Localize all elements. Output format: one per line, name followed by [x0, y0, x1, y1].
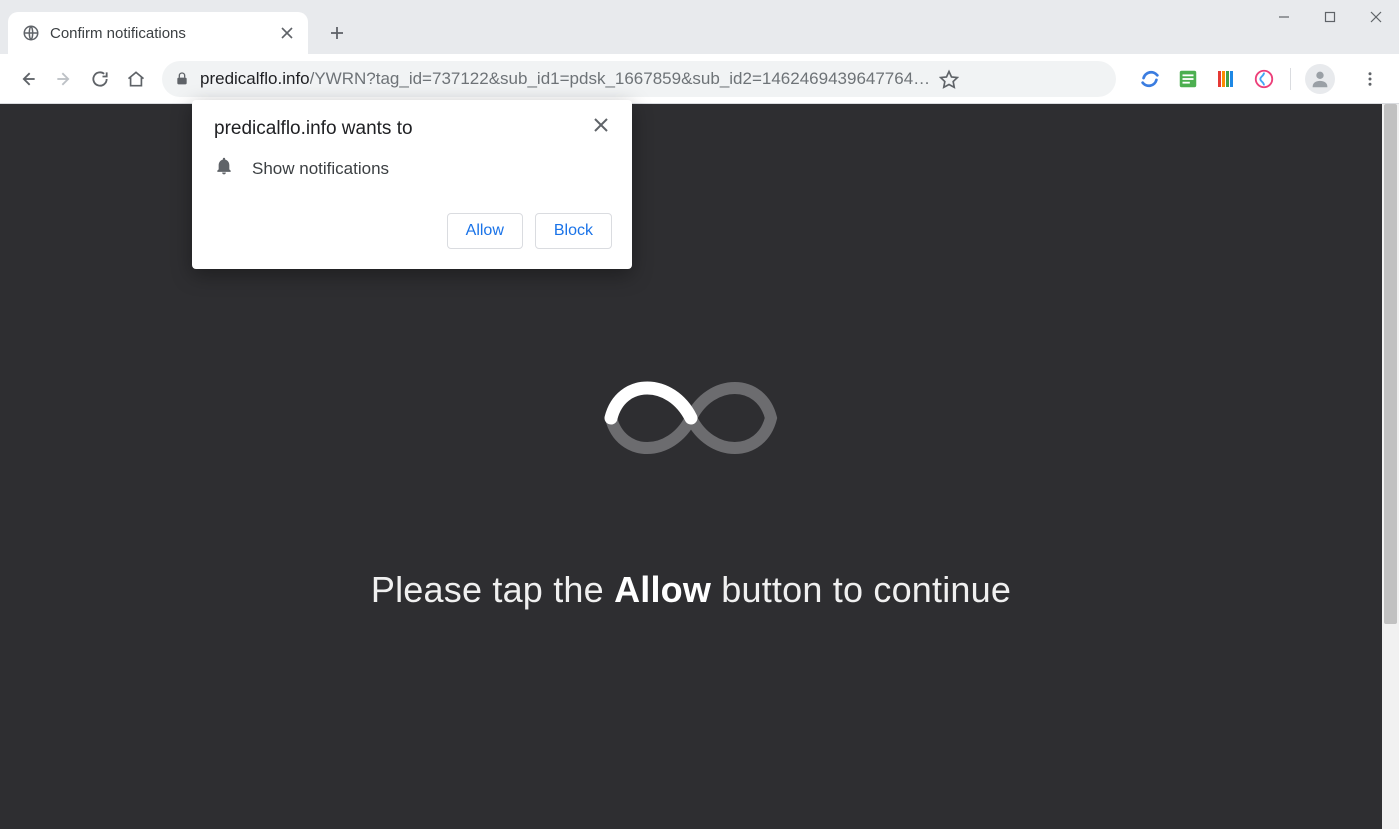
bookmark-star-button[interactable]	[934, 64, 964, 94]
notification-permission-popup: predicalflo.info wants to Show notificat…	[192, 100, 632, 269]
infinity-loader-icon	[566, 358, 816, 483]
browser-tab[interactable]: Confirm notifications	[8, 12, 308, 54]
lock-icon	[174, 71, 190, 87]
maximize-button[interactable]	[1307, 0, 1353, 34]
extension-circle-icon[interactable]	[1252, 67, 1276, 91]
address-bar[interactable]: predicalflo.info /YWRN?tag_id=737122&sub…	[162, 61, 1116, 97]
page-message: Please tap the Allow button to continue	[371, 569, 1011, 611]
window-close-button[interactable]	[1353, 0, 1399, 34]
globe-icon	[22, 24, 40, 42]
extension-sync-icon[interactable]	[1138, 67, 1162, 91]
new-tab-button[interactable]	[322, 18, 352, 48]
message-suffix: button to continue	[711, 569, 1011, 610]
permission-title: predicalflo.info wants to	[214, 118, 413, 140]
reload-button[interactable]	[82, 61, 118, 97]
extension-note-icon[interactable]	[1176, 67, 1200, 91]
home-button[interactable]	[118, 61, 154, 97]
tab-title: Confirm notifications	[50, 25, 278, 42]
browser-menu-button[interactable]	[1355, 64, 1385, 94]
block-button[interactable]: Block	[535, 213, 612, 249]
back-button[interactable]	[10, 61, 46, 97]
message-bold: Allow	[614, 569, 711, 610]
permission-option-text: Show notifications	[252, 159, 389, 179]
extensions-area	[1124, 64, 1389, 94]
url-path: /YWRN?tag_id=737122&sub_id1=pdsk_1667859…	[310, 69, 931, 89]
profile-avatar[interactable]	[1305, 64, 1335, 94]
permission-close-button[interactable]	[590, 114, 612, 136]
window-controls	[1261, 0, 1399, 34]
vertical-scrollbar[interactable]	[1382, 104, 1399, 829]
allow-button[interactable]: Allow	[447, 213, 523, 249]
extension-rainbow-icon[interactable]	[1214, 67, 1238, 91]
browser-toolbar: predicalflo.info /YWRN?tag_id=737122&sub…	[0, 54, 1399, 104]
url-domain: predicalflo.info	[200, 69, 310, 89]
scrollbar-thumb[interactable]	[1384, 104, 1397, 624]
tab-strip: Confirm notifications	[0, 0, 1399, 54]
message-prefix: Please tap the	[371, 569, 614, 610]
tab-close-button[interactable]	[278, 24, 296, 42]
minimize-button[interactable]	[1261, 0, 1307, 34]
forward-button[interactable]	[46, 61, 82, 97]
bell-icon	[214, 156, 234, 181]
toolbar-separator	[1290, 68, 1291, 90]
